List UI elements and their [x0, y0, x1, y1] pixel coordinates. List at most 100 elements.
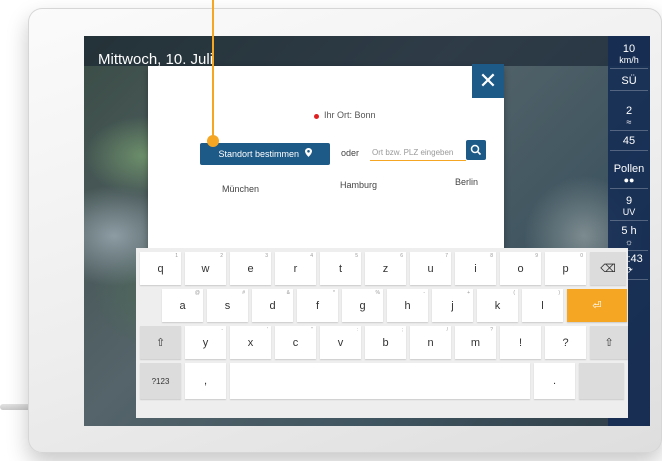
space-key[interactable] [230, 363, 530, 399]
key-label: ?123 [151, 376, 170, 386]
key-z[interactable]: z6 [365, 252, 406, 285]
city-link-berlin[interactable]: Berlin [455, 177, 478, 187]
callout-dot [207, 135, 219, 147]
key-d[interactable]: d & [252, 289, 293, 322]
key-b[interactable]: b; [365, 326, 406, 359]
key-label: w [201, 262, 210, 275]
sidebar-item[interactable]: 9 UV [610, 192, 648, 221]
city-link-munich[interactable]: München [222, 184, 259, 194]
key-label: v [337, 336, 344, 349]
current-location-label: Ihr Ort: Bonn [324, 110, 376, 120]
key-label: g [359, 299, 366, 312]
key-s[interactable]: s # [207, 289, 248, 322]
key-label: c [292, 336, 299, 349]
key-label: ⌫ [600, 263, 616, 275]
key-secondary-label: 6 [400, 253, 403, 259]
key-x[interactable]: x ' [230, 326, 271, 359]
key-f[interactable]: f * [297, 289, 338, 322]
key-c[interactable]: c " [275, 326, 316, 359]
key-secondary-label: - [221, 327, 223, 333]
key-n[interactable]: n / [410, 326, 451, 359]
key-secondary-label: # [242, 290, 245, 296]
key-label: x [247, 336, 254, 349]
key-label: h [404, 299, 411, 312]
location-search-input[interactable] [370, 144, 466, 161]
sidebar-item-value: 9 [625, 195, 633, 207]
key-label: j [451, 299, 454, 312]
key-k[interactable]: k( [477, 289, 518, 322]
key-?[interactable]: ? [545, 326, 586, 359]
key-i[interactable]: i8 [455, 252, 496, 285]
hide-keyboard-key[interactable] [579, 363, 624, 399]
key-q[interactable]: q1 [140, 252, 181, 285]
symbols-key[interactable]: ?123 [140, 363, 181, 399]
key-label: p [562, 262, 569, 275]
key-label: f [315, 299, 320, 312]
key-label: a [179, 299, 186, 312]
key-secondary-label: ; [401, 327, 403, 333]
key-secondary-label: & [286, 290, 290, 296]
key-l[interactable]: l) [522, 289, 563, 322]
key-secondary-label: * [333, 290, 335, 296]
locate-button[interactable]: Standort bestimmen [200, 143, 330, 165]
sidebar-item[interactable]: 5 h ☼ [610, 222, 648, 251]
shift-key-left[interactable]: ⇧ [140, 326, 181, 359]
sidebar-item-sub: ≈ [626, 117, 632, 127]
period-key[interactable]: . [534, 363, 575, 399]
key-label: y [202, 336, 209, 349]
sidebar-item-sub: UV [622, 207, 636, 217]
sidebar-item-sub: ●● [623, 175, 635, 185]
key-w[interactable]: w2 [185, 252, 226, 285]
sidebar-item-value: 2 [625, 105, 633, 117]
key-secondary-label: ( [513, 290, 515, 296]
close-button[interactable]: ✕ [472, 64, 504, 98]
key-y[interactable]: y- [185, 326, 226, 359]
sidebar-item[interactable]: 10 km/h [610, 40, 648, 69]
key-label: ? [562, 336, 569, 349]
key-label: . [552, 375, 557, 387]
key-label: r [293, 262, 298, 275]
sidebar-item-value: 5 h [621, 225, 637, 237]
sidebar-item[interactable]: 45 [610, 132, 648, 151]
key-j[interactable]: j + [432, 289, 473, 322]
key-t[interactable]: t5 [320, 252, 361, 285]
key-label: , [203, 375, 208, 387]
location-dot-icon [314, 114, 319, 119]
search-button[interactable] [466, 140, 486, 160]
key-e[interactable]: e3 [230, 252, 271, 285]
sidebar-item-sub: ☼ [624, 237, 634, 247]
key-secondary-label: + [467, 290, 470, 296]
key-h[interactable]: h- [387, 289, 428, 322]
enter-key[interactable]: ⏎ [567, 289, 627, 322]
sidebar-item[interactable]: SÜ [610, 72, 648, 91]
key-label: k [494, 299, 501, 312]
key-label: ⇧ [155, 337, 166, 349]
comma-key[interactable]: , [185, 363, 226, 399]
on-screen-keyboard: q 1 w 2 e 3 r 4 t 5 z 6 u 7 i 8 o 9 p 0 ⌫ a @ s # d & f * g% h - j + k(l) ⏎… [136, 248, 628, 418]
key-m[interactable]: m? [455, 326, 496, 359]
key-g[interactable]: g% [342, 289, 383, 322]
key-label: q [157, 262, 164, 275]
key-u[interactable]: u7 [410, 252, 451, 285]
locate-button-label: Standort bestimmen [218, 149, 300, 159]
key-secondary-label: ? [490, 327, 493, 333]
backspace-key[interactable]: ⌫ [590, 252, 626, 285]
sidebar-item-value: SÜ [621, 75, 637, 87]
key-r[interactable]: r4 [275, 252, 316, 285]
city-link-hamburg[interactable]: Hamburg [340, 180, 377, 190]
sidebar-item[interactable]: Pollen ●● [610, 160, 648, 189]
shift-key-right[interactable]: ⇧ [590, 326, 628, 359]
key-label: o [517, 262, 524, 275]
key-a[interactable]: a @ [162, 289, 203, 322]
key-secondary-label: 1 [175, 253, 178, 259]
key-p[interactable]: p0 [545, 252, 586, 285]
key-o[interactable]: o9 [500, 252, 541, 285]
key-secondary-label: @ [194, 290, 200, 296]
or-label: oder [341, 148, 360, 158]
sidebar-item-value: Pollen [613, 163, 645, 175]
key-label: s [224, 299, 231, 312]
sidebar-item[interactable]: 2 ≈ [610, 102, 648, 131]
key-v[interactable]: v: [320, 326, 361, 359]
key-![interactable]: ! [500, 326, 541, 359]
key-secondary-label: - [423, 290, 425, 296]
